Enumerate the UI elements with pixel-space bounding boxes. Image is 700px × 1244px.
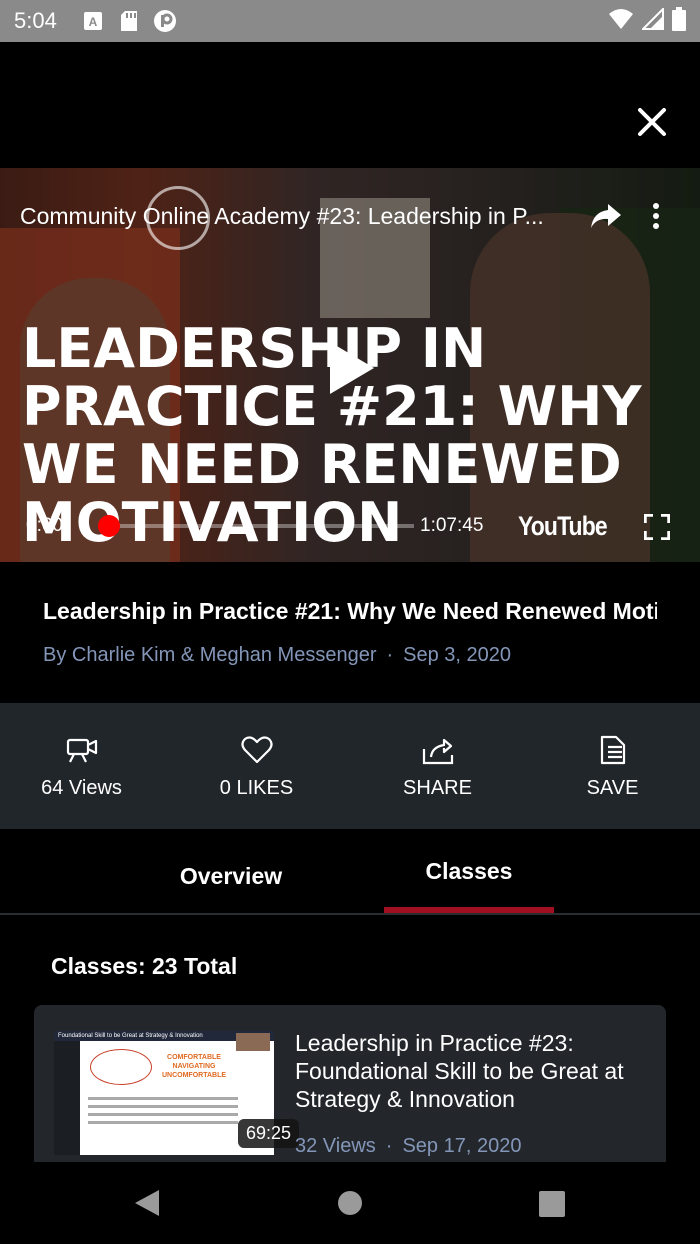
course-date: Sep 3, 2020: [403, 644, 512, 666]
save-button[interactable]: SAVE: [525, 703, 700, 829]
home-button[interactable]: [338, 1191, 362, 1215]
video-current-time: 0:00: [26, 515, 63, 536]
video-title[interactable]: Community Online Academy #23: Leadership…: [20, 203, 560, 230]
course-title: Leadership in Practice #21: Why We Need …: [43, 598, 657, 624]
signal-icon: [640, 6, 664, 35]
navigation-bar: [0, 1162, 700, 1244]
meta-separator: ·: [385, 1135, 393, 1157]
video-duration: 1:07:45: [420, 515, 484, 536]
tab-classes[interactable]: Classes: [384, 829, 554, 915]
classes-count: Classes: 23 Total: [51, 953, 238, 979]
class-date: Sep 17, 2020: [402, 1135, 522, 1157]
class-duration-badge: 69:25: [238, 1119, 300, 1148]
video-player[interactable]: Community Online Academy #23: Leadership…: [0, 168, 700, 562]
video-camera-icon: [65, 733, 99, 767]
play-icon: [330, 342, 374, 394]
active-tab-indicator: [384, 907, 554, 913]
youtube-logo[interactable]: YouTube: [518, 511, 608, 542]
status-bar: 5:04 A: [0, 0, 700, 42]
sd-card-icon: [117, 9, 141, 33]
course-author[interactable]: By Charlie Kim & Meghan Messenger: [43, 644, 376, 666]
back-button[interactable]: [133, 1188, 161, 1218]
share-icon: [421, 733, 455, 767]
play-button[interactable]: [326, 340, 376, 396]
share-label: SHARE: [403, 777, 472, 799]
status-time: 5:04: [14, 8, 57, 33]
save-label: SAVE: [586, 777, 639, 799]
action-bar: 64 Views 0 LIKES SHARE SAVE: [0, 703, 700, 829]
course-meta: By Charlie Kim & Meghan Messenger · Sep 3,…: [43, 644, 511, 667]
tab-overview[interactable]: Overview: [150, 829, 312, 915]
app-circle-icon: [153, 9, 177, 33]
video-progress-bar[interactable]: [108, 524, 414, 528]
fullscreen-icon[interactable]: [643, 513, 671, 541]
video-scrubber[interactable]: [98, 515, 120, 537]
tab-bar: Overview Classes: [0, 829, 700, 915]
wifi-icon: [608, 8, 634, 35]
class-title: Leadership in Practice #23: Foundational…: [295, 1030, 624, 1112]
back-triangle-icon: [135, 1190, 159, 1216]
video-more-options-icon[interactable]: [650, 198, 662, 234]
class-card[interactable]: Foundational Skill to be Great at Strate…: [34, 1005, 666, 1175]
class-views: 32 Views: [295, 1135, 376, 1157]
svg-text:A: A: [88, 15, 97, 29]
share-button[interactable]: SHARE: [350, 703, 525, 829]
class-meta: 32 Views · Sep 17, 2020: [295, 1135, 521, 1158]
recents-button[interactable]: [539, 1191, 565, 1217]
close-icon: [638, 108, 666, 136]
video-share-button[interactable]: [588, 198, 624, 234]
close-button[interactable]: [634, 104, 670, 140]
like-button[interactable]: 0 LIKES: [169, 703, 344, 829]
share-arrow-icon: [591, 204, 621, 228]
a-icon: A: [81, 9, 105, 33]
battery-icon: [672, 6, 686, 36]
thumbnail-diagram: [90, 1049, 152, 1085]
likes-label: 0 LIKES: [219, 777, 294, 799]
thumbnail-webcam: [236, 1033, 270, 1051]
thumbnail-text: COMFORTABLE NAVIGATING UNCOMFORTABLE: [161, 1054, 227, 1079]
video-controls: 0:00 1:07:45 YouTube: [0, 506, 700, 546]
save-list-icon: [596, 733, 630, 767]
heart-icon: [240, 733, 274, 767]
views-label: 64 Views: [41, 777, 122, 799]
views-action[interactable]: 64 Views: [0, 703, 169, 829]
meta-separator: ·: [386, 644, 394, 666]
